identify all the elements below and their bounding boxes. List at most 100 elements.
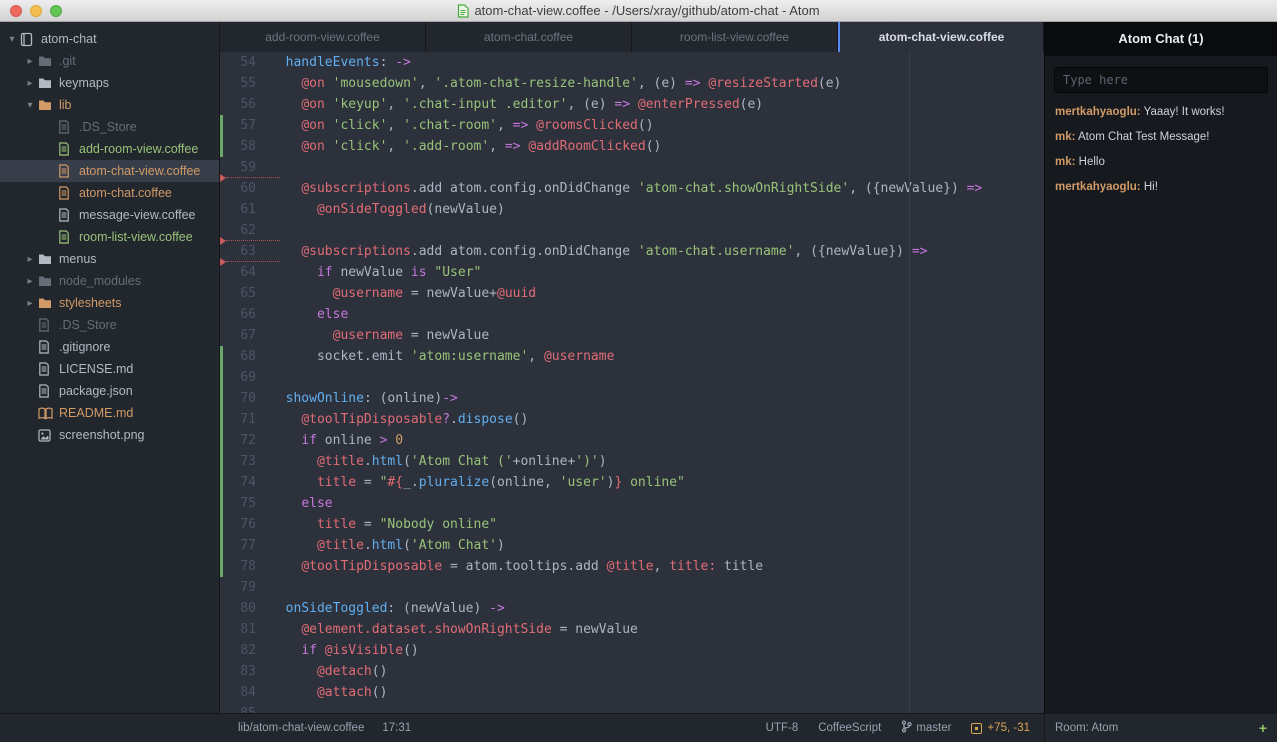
code-text: if online > 0 [270, 430, 403, 451]
code-text: socket.emit 'atom:username', @username [270, 346, 614, 367]
code-line-82[interactable]: 82 if @isVisible() [220, 640, 1044, 661]
tree-item-.DS_Store[interactable]: .DS_Store [0, 116, 219, 138]
tab-atom-chat-view.coffee[interactable]: atom-chat-view.coffee [838, 22, 1044, 52]
tree-item-label: stylesheets [59, 296, 122, 310]
line-number: 54 [220, 52, 270, 73]
line-number: 57 [220, 115, 270, 136]
code-text: onSideToggled: (newValue) -> [270, 598, 505, 619]
code-line-64[interactable]: 64 if newValue is "User" [220, 262, 1044, 283]
tree-item-label: message-view.coffee [79, 208, 196, 222]
tab-atom-chat.coffee[interactable]: atom-chat.coffee [426, 22, 632, 52]
image-icon [38, 427, 53, 443]
code-line-67[interactable]: 67 @username = newValue [220, 325, 1044, 346]
code-area[interactable]: 54 handleEvents: ->55 @on 'mousedown', '… [220, 52, 1044, 713]
code-line-63[interactable]: 63 @subscriptions.add atom.config.onDidC… [220, 241, 1044, 262]
code-line-78[interactable]: 78 @toolTipDisposable = atom.tooltips.ad… [220, 556, 1044, 577]
code-line-56[interactable]: 56 @on 'keyup', '.chat-input .editor', (… [220, 94, 1044, 115]
tree-item-screenshot.png[interactable]: screenshot.png [0, 424, 219, 446]
git-branch: master [901, 720, 951, 736]
tree-item-keymaps[interactable]: ▸ keymaps [0, 72, 219, 94]
code-line-62[interactable]: 62 [220, 220, 1044, 241]
code-line-54[interactable]: 54 handleEvents: -> [220, 52, 1044, 73]
file-icon [58, 207, 73, 223]
code-line-57[interactable]: 57 @on 'click', '.chat-room', => @roomsC… [220, 115, 1044, 136]
tree-item-node_modules[interactable]: ▸node_modules [0, 270, 219, 292]
code-text: @title.html('Atom Chat') [270, 535, 505, 556]
chat-input-placeholder: Type here [1063, 73, 1128, 87]
chevron-right-icon[interactable]: ▸ [24, 298, 36, 309]
zoom-window-button[interactable] [50, 5, 62, 17]
code-line-80[interactable]: 80 onSideToggled: (newValue) -> [220, 598, 1044, 619]
code-line-77[interactable]: 77 @title.html('Atom Chat') [220, 535, 1044, 556]
code-line-75[interactable]: 75 else [220, 493, 1044, 514]
chat-message-input[interactable]: Type here [1054, 67, 1268, 93]
tree-item-.DS_Store[interactable]: .DS_Store [0, 314, 219, 336]
code-line-61[interactable]: 61 @onSideToggled(newValue) [220, 199, 1044, 220]
code-line-59[interactable]: 59 [220, 157, 1044, 178]
encoding-selector[interactable]: UTF-8 [766, 722, 799, 734]
code-line-81[interactable]: 81 @element.dataset.showOnRightSide = ne… [220, 619, 1044, 640]
cursor-position[interactable]: 17:31 [382, 722, 411, 734]
tree-item-.gitignore[interactable]: .gitignore [0, 336, 219, 358]
tree-item-label: keymaps [59, 76, 109, 90]
tree-item-add-room-view.coffee[interactable]: add-room-view.coffee [0, 138, 219, 160]
code-line-68[interactable]: 68 socket.emit 'atom:username', @usernam… [220, 346, 1044, 367]
code-line-66[interactable]: 66 else [220, 304, 1044, 325]
code-line-65[interactable]: 65 @username = newValue+@uuid [220, 283, 1044, 304]
line-number: 71 [220, 409, 270, 430]
tree-item-.git[interactable]: ▸.git [0, 50, 219, 72]
code-line-72[interactable]: 72 if online > 0 [220, 430, 1044, 451]
code-line-73[interactable]: 73 @title.html('Atom Chat ('+online+')') [220, 451, 1044, 472]
folder-icon [38, 295, 53, 311]
code-line-84[interactable]: 84 @attach() [220, 682, 1044, 703]
chevron-right-icon[interactable]: ▸ [24, 78, 36, 89]
code-line-60[interactable]: 60 @subscriptions.add atom.config.onDidC… [220, 178, 1044, 199]
code-line-83[interactable]: 83 @detach() [220, 661, 1044, 682]
code-text: if newValue is "User" [270, 262, 481, 283]
close-window-button[interactable] [10, 5, 22, 17]
code-line-74[interactable]: 74 title = "#{_.pluralize(online, 'user'… [220, 472, 1044, 493]
chevron-down-icon[interactable]: ▾ [6, 34, 18, 45]
code-text: @subscriptions.add atom.config.onDidChan… [270, 178, 982, 199]
grammar-selector[interactable]: CoffeeScript [818, 722, 881, 734]
tree-item-menus[interactable]: ▸menus [0, 248, 219, 270]
workspace: ▾atom-chat▸.git▸keymaps▾lib.DS_Storeadd-… [0, 22, 1277, 713]
tree-item-room-list-view.coffee[interactable]: room-list-view.coffee [0, 226, 219, 248]
code-text: @toolTipDisposable = atom.tooltips.add @… [270, 556, 763, 577]
chevron-down-icon[interactable]: ▾ [24, 100, 36, 111]
status-bar: lib/atom-chat-view.coffee 17:31 UTF-8 Co… [0, 713, 1277, 742]
tab-add-room-view.coffee[interactable]: add-room-view.coffee [220, 22, 426, 52]
tree-item-stylesheets[interactable]: ▸ stylesheets [0, 292, 219, 314]
code-line-55[interactable]: 55 @on 'mousedown', '.atom-chat-resize-h… [220, 73, 1044, 94]
add-room-button[interactable]: + [1259, 720, 1267, 736]
editor[interactable]: 54 handleEvents: ->55 @on 'mousedown', '… [220, 52, 1044, 713]
chevron-right-icon[interactable]: ▸ [24, 254, 36, 265]
tree-item-message-view.coffee[interactable]: message-view.coffee [0, 204, 219, 226]
tree-item-atom-chat-view.coffee[interactable]: atom-chat-view.coffee [0, 160, 219, 182]
code-line-76[interactable]: 76 title = "Nobody online" [220, 514, 1044, 535]
git-added-marker [220, 115, 223, 157]
code-line-70[interactable]: 70 showOnline: (online)-> [220, 388, 1044, 409]
code-line-85[interactable]: 85 [220, 703, 1044, 713]
code-text: @username = newValue [270, 325, 489, 346]
tab-room-list-view.coffee[interactable]: room-list-view.coffee [632, 22, 838, 52]
tree-view[interactable]: ▾atom-chat▸.git▸keymaps▾lib.DS_Storeadd-… [0, 22, 220, 713]
code-line-79[interactable]: 79 [220, 577, 1044, 598]
code-line-69[interactable]: 69 [220, 367, 1044, 388]
wrap-guide [909, 52, 910, 713]
tree-item-lib[interactable]: ▾lib [0, 94, 219, 116]
window-title: atom-chat-view.coffee - /Users/xray/gith… [474, 3, 819, 18]
code-line-71[interactable]: 71 @toolTipDisposable?.dispose() [220, 409, 1044, 430]
minimize-window-button[interactable] [30, 5, 42, 17]
code-line-58[interactable]: 58 @on 'click', '.add-room', => @addRoom… [220, 136, 1044, 157]
tree-item-LICENSE.md[interactable]: LICENSE.md [0, 358, 219, 380]
tree-item-label: package.json [59, 384, 133, 398]
tree-item-atom-chat[interactable]: ▾atom-chat [0, 28, 219, 50]
line-number: 65 [220, 283, 270, 304]
tree-item-README.md[interactable]: README.md [0, 402, 219, 424]
tree-item-atom-chat.coffee[interactable]: atom-chat.coffee [0, 182, 219, 204]
chevron-right-icon[interactable]: ▸ [24, 276, 36, 287]
code-text: @detach() [270, 661, 387, 682]
tree-item-package.json[interactable]: package.json [0, 380, 219, 402]
chevron-right-icon[interactable]: ▸ [24, 56, 36, 67]
